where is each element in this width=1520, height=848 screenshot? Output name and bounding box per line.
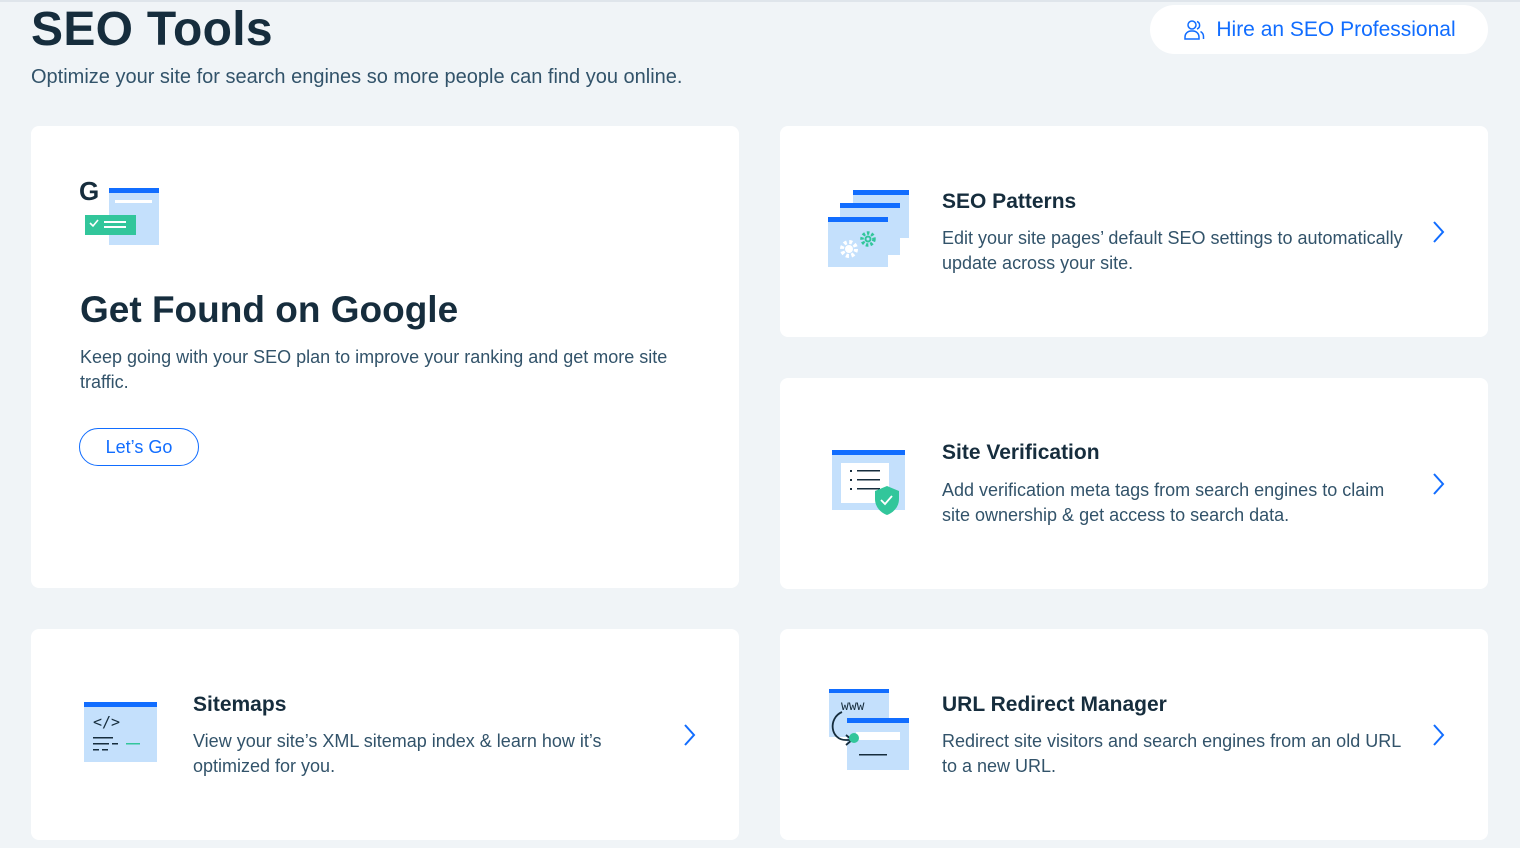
page-title: SEO Tools — [31, 3, 273, 56]
sitemaps-title: Sitemaps — [193, 693, 287, 716]
site-verification-title: Site Verification — [942, 441, 1100, 464]
seo-patterns-title: SEO Patterns — [942, 190, 1077, 213]
get-found-on-google-card: G Get Found on Google Keep going with yo… — [31, 126, 739, 588]
seo-patterns-icon — [827, 189, 911, 274]
chevron-right-icon[interactable] — [681, 723, 697, 752]
seo-patterns-card[interactable]: SEO Patterns Edit your site pages’ defau… — [780, 126, 1488, 337]
sitemaps-card[interactable]: </> Sitemaps View your site’s XML sitema… — [31, 629, 739, 840]
url-redirect-manager-card[interactable]: www URL Redirect Manager Redirect site v… — [780, 629, 1488, 840]
sitemap-icon: </> — [83, 701, 159, 768]
page-subtitle: Optimize your site for search engines so… — [31, 66, 683, 88]
google-search-results-icon: G — [79, 176, 161, 253]
www-text: www — [841, 699, 865, 714]
site-verification-description: Add verification meta tags from search e… — [942, 480, 1385, 525]
url-redirect-manager-description: Redirect site visitors and search engine… — [942, 731, 1401, 776]
lets-go-button[interactable]: Let’s Go — [79, 428, 199, 466]
feature-card-description: Keep going with your SEO plan to improve… — [80, 347, 668, 392]
sitemaps-description: View your site’s XML sitemap index & lea… — [193, 731, 602, 776]
users-icon — [1182, 18, 1206, 42]
hire-seo-professional-label: Hire an SEO Professional — [1216, 17, 1456, 41]
url-redirect-icon: www — [828, 688, 912, 779]
hire-seo-professional-button[interactable]: Hire an SEO Professional — [1150, 5, 1488, 54]
google-letter: G — [79, 178, 99, 206]
site-verification-icon — [831, 449, 909, 522]
site-verification-card[interactable]: Site Verification Add verification meta … — [780, 378, 1488, 589]
chevron-right-icon[interactable] — [1430, 723, 1446, 752]
url-redirect-manager-title: URL Redirect Manager — [942, 693, 1167, 716]
code-tag-text: </> — [93, 713, 120, 731]
chevron-right-icon[interactable] — [1430, 220, 1446, 249]
feature-card-title: Get Found on Google — [80, 289, 459, 330]
chevron-right-icon[interactable] — [1430, 472, 1446, 501]
seo-patterns-description: Edit your site pages’ default SEO settin… — [942, 228, 1403, 273]
